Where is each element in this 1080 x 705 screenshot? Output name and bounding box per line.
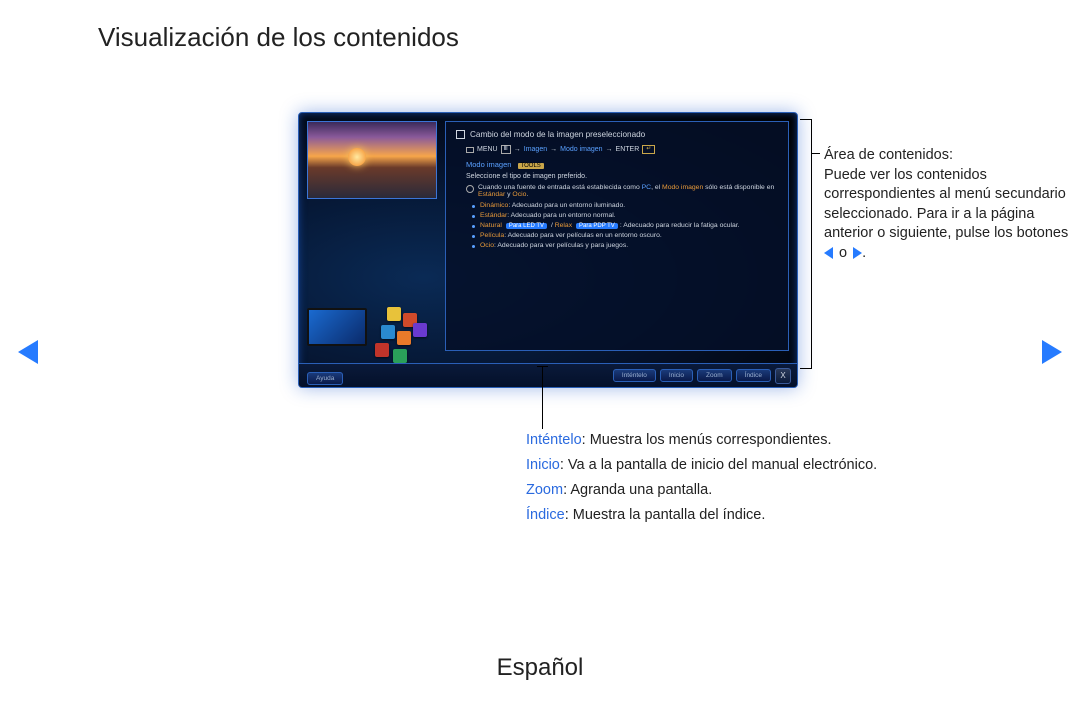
info-icon [466,185,474,193]
pdp-chip: Para PDP TV [576,223,618,229]
callout-lead [812,153,820,154]
breadcrumb: MENU Ⅲ → Imagen → Modo imagen → ENTER ↵ [466,145,778,154]
prev-page-arrow[interactable] [18,340,38,364]
mode-item: Ocio: Adecuado para ver películas y para… [472,242,778,249]
menu-chip-icon: Ⅲ [501,145,511,154]
bc-enter: ENTER [616,146,640,153]
arrow-right-icon [853,247,862,259]
button-descriptions: Inténtelo: Muestra los menús correspondi… [526,432,1006,532]
section-desc: Seleccione el tipo de imagen preferido. [466,173,778,180]
mode-item: Natural Para LED TV / Relax Para PDP TV:… [472,222,778,229]
try-button[interactable]: Inténtelo [613,369,656,382]
button-bar: Ayuda Inténtelo Inicio Zoom Índice X [299,363,797,387]
led-chip: Para LED TV [506,223,547,229]
note: Cuando una fuente de entrada está establ… [466,184,778,198]
tools-chip: TOOLS [518,163,544,169]
content-area-callout: Área de contenidos: Puede ver los conten… [824,146,1069,263]
leader-line [542,367,543,429]
callout-bracket [800,119,812,369]
mode-list: Dinámico: Adecuado para un entorno ilumi… [472,202,778,249]
close-button[interactable]: X [775,368,791,384]
mode-item: Película: Adecuado para ver películas en… [472,232,778,239]
enter-chip-icon: ↵ [642,145,655,154]
mode-item: Dinámico: Adecuado para un entorno ilumi… [472,202,778,209]
bc-step2: Modo imagen [560,146,602,153]
next-page-arrow[interactable] [1042,340,1062,364]
home-button[interactable]: Inicio [660,369,693,382]
remote-icon [466,147,474,153]
section-label: Modo imagen TOOLS [466,160,778,169]
help-button[interactable]: Ayuda [307,372,343,385]
page-language: Español [0,654,1080,682]
content-title: Cambio del modo de la imagen preseleccio… [456,130,778,139]
tv-preview: Cambio del modo de la imagen preseleccio… [298,112,798,388]
index-button[interactable]: Índice [736,369,771,382]
page-title: Visualización de los contenidos [98,22,459,53]
preview-thumbnail [307,121,437,199]
content-area: Cambio del modo de la imagen preseleccio… [445,121,789,351]
zoom-button[interactable]: Zoom [697,369,732,382]
mode-item: Estándar: Adecuado para un entorno norma… [472,212,778,219]
bc-step1: Imagen [524,146,547,153]
arrow-left-icon [824,247,833,259]
bc-menu: MENU [477,146,498,153]
